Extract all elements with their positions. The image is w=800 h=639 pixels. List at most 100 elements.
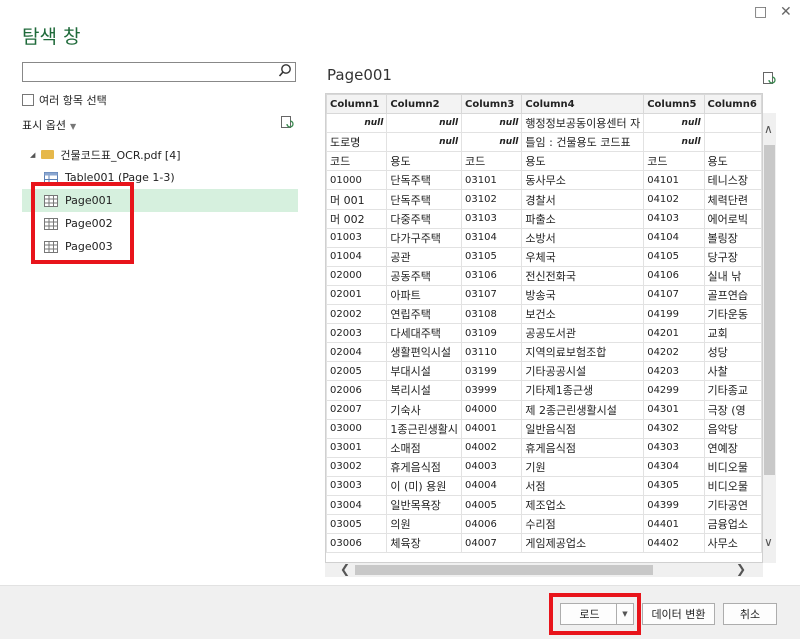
table-cell[interactable]: 03005 bbox=[326, 514, 388, 535]
search-icon[interactable] bbox=[278, 63, 292, 83]
table-cell[interactable]: 공관 bbox=[386, 246, 463, 267]
table-cell[interactable]: 체육장 bbox=[386, 533, 463, 554]
table-cell[interactable]: 보건소 bbox=[521, 304, 645, 325]
table-cell[interactable]: 금융업소 bbox=[703, 514, 762, 535]
table-cell[interactable]: 우체국 bbox=[521, 246, 645, 267]
transform-data-button[interactable]: 데이터 변환 bbox=[642, 603, 715, 625]
table-cell[interactable]: 04299 bbox=[643, 380, 705, 401]
table-cell[interactable]: 04005 bbox=[461, 494, 523, 516]
table-cell[interactable] bbox=[703, 113, 762, 134]
table-cell[interactable]: 볼링장 bbox=[703, 227, 762, 248]
table-cell[interactable]: 실내 낚 bbox=[703, 265, 762, 286]
table-cell[interactable]: 03107 bbox=[461, 284, 523, 306]
multi-select-checkbox[interactable] bbox=[22, 94, 34, 106]
table-cell[interactable]: 04000 bbox=[461, 399, 523, 420]
table-cell[interactable]: 비디오물 bbox=[703, 475, 762, 496]
table-cell[interactable]: 단독주택 bbox=[386, 189, 463, 210]
refresh-icon[interactable] bbox=[280, 114, 294, 128]
table-cell[interactable]: 04201 bbox=[643, 323, 705, 344]
scroll-up-arrow-icon[interactable]: ∧ bbox=[764, 122, 773, 136]
table-cell[interactable]: 기원 bbox=[521, 456, 645, 477]
column-header[interactable]: Column6 bbox=[703, 94, 762, 115]
table-cell[interactable]: 04102 bbox=[643, 189, 705, 210]
table-cell[interactable]: 복리시설 bbox=[386, 380, 463, 401]
table-cell[interactable]: 기타운동 bbox=[703, 304, 762, 325]
vertical-scroll-thumb[interactable] bbox=[764, 145, 775, 475]
table-cell[interactable]: 01003 bbox=[326, 227, 388, 248]
table-cell[interactable]: 코드 bbox=[326, 151, 388, 172]
table-cell[interactable]: 04004 bbox=[461, 475, 523, 496]
table-cell[interactable]: 체력단련 bbox=[703, 189, 762, 210]
table-cell[interactable]: 공동주택 bbox=[386, 265, 463, 286]
table-cell[interactable]: 02006 bbox=[326, 380, 388, 401]
table-cell[interactable]: 04101 bbox=[643, 170, 705, 191]
table-cell[interactable]: 02001 bbox=[326, 284, 388, 306]
table-cell[interactable]: 용도 bbox=[521, 151, 645, 172]
table-cell[interactable]: null bbox=[326, 113, 388, 134]
table-cell[interactable]: 휴게음식점 bbox=[386, 456, 463, 477]
table-cell[interactable]: 다세대주택 bbox=[386, 323, 463, 344]
scroll-left-arrow-icon[interactable]: ❮ bbox=[340, 562, 350, 576]
table-cell[interactable]: 용도 bbox=[386, 151, 463, 172]
table-cell[interactable]: 일반음식점 bbox=[521, 418, 645, 439]
table-cell[interactable]: 04002 bbox=[461, 437, 523, 458]
table-cell[interactable] bbox=[703, 132, 762, 153]
table-cell[interactable]: 틀임 : 건물용도 코드표 bbox=[521, 132, 645, 153]
table-cell[interactable]: 이 (미) 용원 bbox=[386, 475, 463, 496]
table-cell[interactable]: 사무소 bbox=[703, 533, 762, 554]
table-cell[interactable]: 03199 bbox=[461, 361, 523, 382]
table-cell[interactable]: 04303 bbox=[643, 437, 705, 458]
cancel-button[interactable]: 취소 bbox=[723, 603, 777, 625]
table-cell[interactable]: 04304 bbox=[643, 456, 705, 477]
table-cell[interactable]: 02004 bbox=[326, 342, 388, 363]
table-cell[interactable]: 골프연습 bbox=[703, 284, 762, 306]
table-cell[interactable]: 04104 bbox=[643, 227, 705, 248]
table-cell[interactable]: 04105 bbox=[643, 246, 705, 267]
table-cell[interactable]: 01004 bbox=[326, 246, 388, 267]
vertical-scrollbar[interactable] bbox=[763, 113, 776, 563]
table-cell[interactable]: 04003 bbox=[461, 456, 523, 477]
table-cell[interactable]: 기타제1종근생 bbox=[521, 380, 645, 401]
table-cell[interactable]: 03108 bbox=[461, 304, 523, 325]
table-cell[interactable]: 방송국 bbox=[521, 284, 645, 306]
table-cell[interactable]: 아파트 bbox=[386, 284, 463, 306]
table-cell[interactable]: 연예장 bbox=[703, 437, 762, 458]
table-cell[interactable]: 휴게음식점 bbox=[521, 437, 645, 458]
column-header[interactable]: Column3 bbox=[461, 94, 523, 115]
table-cell[interactable]: 03006 bbox=[326, 533, 388, 554]
column-header[interactable]: Column4 bbox=[521, 94, 645, 115]
table-cell[interactable]: 경찰서 bbox=[521, 189, 645, 210]
table-cell[interactable]: 기타공연 bbox=[703, 494, 762, 516]
table-cell[interactable]: 사찰 bbox=[703, 361, 762, 382]
table-cell[interactable]: 03002 bbox=[326, 456, 388, 477]
table-cell[interactable]: 03110 bbox=[461, 342, 523, 363]
table-cell[interactable]: 02003 bbox=[326, 323, 388, 344]
table-cell[interactable]: 03000 bbox=[326, 418, 388, 439]
table-cell[interactable]: 머 001 bbox=[326, 189, 388, 210]
table-cell[interactable]: 동사무소 bbox=[521, 170, 645, 191]
table-cell[interactable]: 교회 bbox=[703, 323, 762, 344]
table-cell[interactable]: 03001 bbox=[326, 437, 388, 458]
table-cell[interactable]: 04399 bbox=[643, 494, 705, 516]
expand-triangle-icon[interactable]: ◢ bbox=[30, 151, 35, 159]
table-cell[interactable]: 코드 bbox=[643, 151, 705, 172]
table-cell[interactable]: 04402 bbox=[643, 533, 705, 554]
table-cell[interactable]: 당구장 bbox=[703, 246, 762, 267]
table-cell[interactable]: 소매점 bbox=[386, 437, 463, 458]
table-cell[interactable]: 파출소 bbox=[521, 208, 645, 229]
display-options-dropdown[interactable]: 표시 옵션 ▼ bbox=[22, 117, 76, 133]
table-cell[interactable]: 행정정보공동이용센터 자 bbox=[521, 113, 645, 134]
table-cell[interactable]: 03104 bbox=[461, 227, 523, 248]
table-cell[interactable]: 전신전화국 bbox=[521, 265, 645, 286]
table-cell[interactable]: 02000 bbox=[326, 265, 388, 286]
scroll-right-arrow-icon[interactable]: ❯ bbox=[736, 562, 746, 576]
column-header[interactable]: Column5 bbox=[643, 94, 705, 115]
table-cell[interactable]: 일반목욕장 bbox=[386, 494, 463, 516]
search-input[interactable] bbox=[22, 62, 296, 82]
table-cell[interactable]: 부대시설 bbox=[386, 361, 463, 382]
table-cell[interactable]: 다중주택 bbox=[386, 208, 463, 229]
table-cell[interactable]: null bbox=[461, 132, 523, 153]
table-cell[interactable]: 04199 bbox=[643, 304, 705, 325]
table-cell[interactable]: 코드 bbox=[461, 151, 523, 172]
table-cell[interactable]: 도로명 bbox=[326, 132, 388, 153]
